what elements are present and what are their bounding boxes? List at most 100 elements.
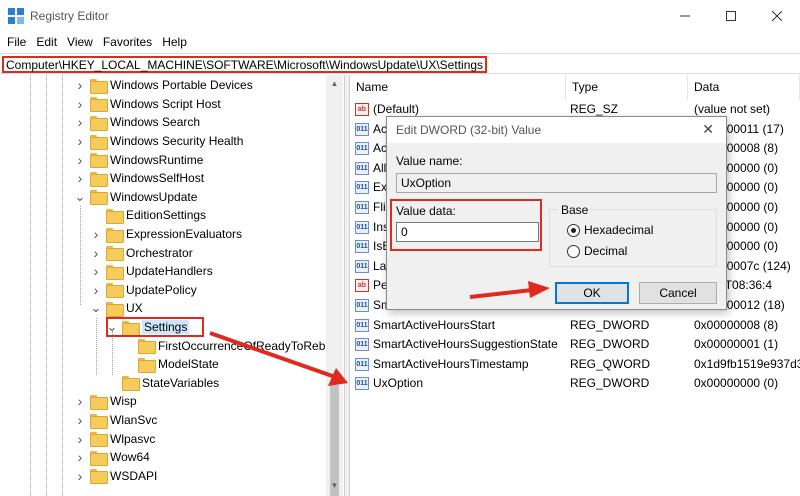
radio-decimal-label: Decimal — [584, 244, 628, 258]
tree-item-expressionevaluators[interactable]: › ExpressionEvaluators — [90, 225, 242, 244]
tree-item-label: ModelState — [158, 357, 219, 372]
chevron-right-icon[interactable]: › — [74, 449, 86, 465]
chevron-right-icon[interactable]: › — [74, 96, 86, 112]
chevron-right-icon[interactable]: › — [74, 152, 86, 168]
tree-item-windowsupdate[interactable]: ⌄ WindowsUpdate — [74, 188, 197, 207]
value-name-field[interactable]: UxOption — [396, 173, 717, 193]
menu-file[interactable]: File — [2, 35, 31, 49]
folder-icon — [90, 171, 108, 187]
tree-item-wow64[interactable]: › Wow64 — [74, 448, 150, 467]
close-button[interactable] — [754, 0, 800, 32]
chevron-right-icon[interactable]: › — [90, 226, 102, 242]
ok-button[interactable]: OK — [555, 282, 629, 304]
chevron-right-icon[interactable]: › — [90, 263, 102, 279]
cell-type: REG_DWORD — [570, 376, 650, 391]
tree-item-wsdapi[interactable]: › WSDAPI — [74, 467, 157, 486]
tree-item-orchestrator[interactable]: › Orchestrator — [90, 243, 193, 262]
binary-value-icon: 011 — [355, 161, 369, 175]
tree-item-label: Wlpasvc — [110, 431, 156, 446]
tree-item-windowsselfhost[interactable]: › WindowsSelfHost — [74, 169, 204, 188]
menu-edit[interactable]: Edit — [31, 35, 62, 49]
tree-item-label: WindowsRuntime — [110, 152, 204, 167]
folder-icon — [90, 97, 108, 113]
tree-item-updatehandlers[interactable]: › UpdateHandlers — [90, 262, 213, 281]
value-data-highlight — [390, 199, 542, 251]
folder-icon — [90, 78, 108, 94]
chevron-down-icon[interactable]: ⌄ — [74, 189, 86, 204]
tree-item-windows-security-health[interactable]: › Windows Security Health — [74, 132, 243, 151]
tree-item-label: UpdateHandlers — [126, 264, 213, 279]
folder-icon — [90, 469, 108, 485]
scroll-down-icon[interactable]: ▼ — [330, 481, 339, 490]
dialog-close-icon[interactable]: ✕ — [702, 121, 714, 138]
chevron-down-icon[interactable]: ⌄ — [90, 300, 102, 315]
tree-item-windowsruntime[interactable]: › WindowsRuntime — [74, 150, 203, 169]
tree-item-label: Windows Portable Devices — [110, 78, 253, 93]
tree-guide-line — [80, 206, 81, 305]
radio-unselected-icon — [567, 244, 580, 258]
cancel-button[interactable]: Cancel — [639, 282, 717, 304]
tree-item-label: Windows Security Health — [110, 134, 244, 149]
tree-item-label: WSDAPI — [110, 468, 158, 483]
binary-value-icon: 011 — [355, 318, 369, 332]
tree-item-wlpasvc[interactable]: › Wlpasvc — [74, 429, 155, 448]
tree-scrollbar[interactable]: ▲ ▼ — [326, 75, 343, 496]
tree-item-windows-portable-devices[interactable]: › Windows Portable Devices — [74, 76, 253, 95]
scroll-thumb[interactable] — [330, 385, 339, 496]
tree-item-ux[interactable]: ⌄ UX — [90, 299, 143, 318]
scroll-up-icon[interactable]: ▲ — [330, 79, 339, 88]
column-header-name[interactable]: Name — [350, 75, 566, 100]
tree-item-label: Wow64 — [110, 450, 150, 465]
tree-item-label: FirstOccurrenceOfReadyToReb — [158, 338, 326, 353]
binary-value-icon: 011 — [355, 338, 369, 352]
radio-decimal[interactable]: Decimal — [567, 244, 627, 258]
folder-icon — [106, 283, 124, 299]
selected-key-highlight — [106, 316, 204, 337]
string-value-icon: ab — [355, 279, 369, 293]
tree-item-updatepolicy[interactable]: › UpdatePolicy — [90, 281, 197, 300]
maximize-icon — [726, 11, 736, 21]
chevron-right-icon[interactable]: › — [74, 114, 86, 130]
tree-item-windows-script-host[interactable]: › Windows Script Host — [74, 95, 221, 114]
chevron-right-icon[interactable]: › — [74, 77, 86, 93]
menu-view[interactable]: View — [62, 35, 98, 49]
address-bar[interactable]: Computer\HKEY_LOCAL_MACHINE\SOFTWARE\Mic… — [0, 53, 800, 74]
minimize-button[interactable] — [662, 0, 708, 32]
maximize-button[interactable] — [708, 0, 754, 32]
chevron-right-icon[interactable]: › — [74, 170, 86, 186]
title-bar: Registry Editor — [0, 0, 800, 32]
chevron-right-icon[interactable]: › — [90, 282, 102, 298]
cell-name: SmartActiveHoursStart — [373, 317, 496, 332]
tree-item-firstoccurrenceofreadytoreb[interactable]: FirstOccurrenceOfReadyToReb — [122, 336, 325, 355]
tree-item-wisp[interactable]: › Wisp — [74, 392, 137, 411]
menu-help[interactable]: Help — [157, 35, 192, 49]
chevron-right-icon[interactable]: › — [74, 393, 86, 409]
folder-icon — [90, 115, 108, 131]
binary-value-icon: 011 — [355, 299, 369, 312]
folder-icon — [106, 246, 124, 262]
chevron-right-icon[interactable]: › — [74, 431, 86, 447]
table-row[interactable]: 011 UxOption REG_DWORD 0x00000000 (0) — [350, 374, 800, 394]
tree-item-modelstate[interactable]: ModelState — [122, 355, 219, 374]
edit-dword-dialog: Edit DWORD (32-bit) Value ✕ Value name: … — [386, 116, 727, 310]
chevron-right-icon[interactable]: › — [74, 133, 86, 149]
chevron-right-icon[interactable]: › — [74, 412, 86, 428]
radio-hexadecimal[interactable]: Hexadecimal — [567, 223, 653, 237]
tree-item-label: UX — [126, 301, 143, 316]
column-header-type[interactable]: Type — [566, 75, 688, 100]
menu-favorites[interactable]: Favorites — [98, 35, 157, 49]
tree-item-statevariables[interactable]: StateVariables — [106, 374, 219, 393]
column-header-data[interactable]: Data — [688, 75, 800, 100]
dialog-title-bar: Edit DWORD (32-bit) Value ✕ — [387, 117, 726, 143]
table-row[interactable]: 011 SmartActiveHoursSuggestionState REG_DW… — [350, 335, 800, 355]
table-row[interactable]: 011 SmartActiveHoursTimestamp REG_QWORD 0x1… — [350, 355, 800, 375]
binary-value-icon: 011 — [355, 122, 369, 136]
tree-item-windows-search[interactable]: › Windows Search — [74, 113, 200, 132]
address-path[interactable]: Computer\HKEY_LOCAL_MACHINE\SOFTWARE\Mic… — [2, 56, 488, 73]
tree-item-wlansvc[interactable]: › WlanSvc — [74, 411, 157, 430]
tree-item-editionsettings[interactable]: EditionSettings — [90, 206, 206, 225]
chevron-right-icon[interactable]: › — [74, 468, 86, 484]
table-row[interactable]: 011 SmartActiveHoursStart REG_DWORD 0x00000… — [350, 316, 800, 336]
menu-bar: File Edit View Favorites Help — [0, 32, 800, 52]
chevron-right-icon[interactable]: › — [90, 245, 102, 261]
